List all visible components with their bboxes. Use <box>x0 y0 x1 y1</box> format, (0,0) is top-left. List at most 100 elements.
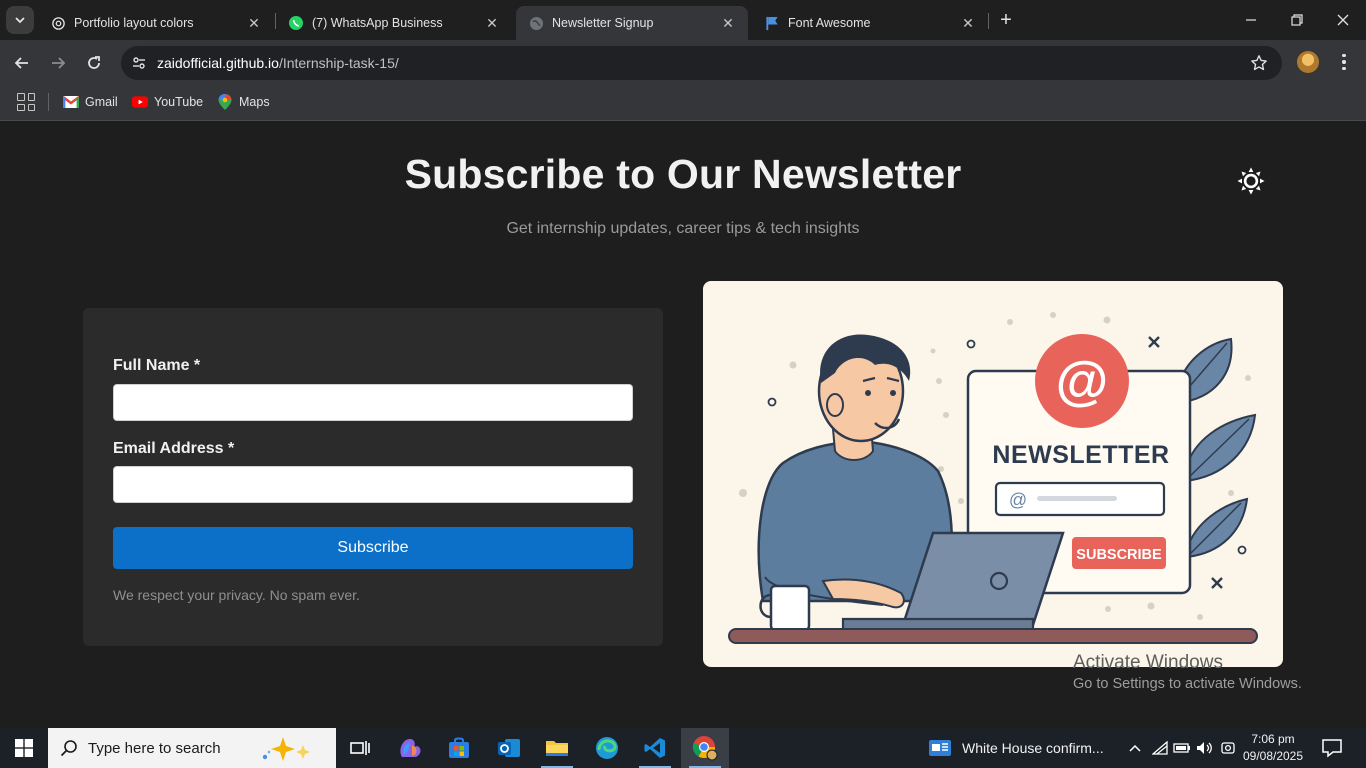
tray-meet[interactable] <box>1218 728 1238 768</box>
subscribe-button[interactable]: Subscribe <box>113 527 633 569</box>
taskbar-clock[interactable]: 7:06 pm 09/08/2025 <box>1238 731 1308 765</box>
minimize-icon <box>1246 19 1256 21</box>
bookmark-star-icon[interactable] <box>1250 54 1268 72</box>
search-placeholder: Type here to search <box>88 739 221 757</box>
maps-icon <box>217 94 233 110</box>
wifi-icon <box>1152 741 1168 755</box>
tab-strip: Portfolio layout colors ✕ (7) WhatsApp B… <box>0 0 1366 40</box>
news-icon <box>929 740 951 756</box>
bookmark-youtube[interactable]: YouTube <box>132 91 203 113</box>
tray-volume[interactable] <box>1195 728 1215 768</box>
tray-network[interactable] <box>1150 728 1170 768</box>
watermark-subtitle: Go to Settings to activate Windows. <box>1073 676 1302 692</box>
tab-search-button[interactable] <box>6 6 34 34</box>
newsletter-illustration: @ NEWSLETTER @ SUBSCRIBE <box>703 281 1283 667</box>
page-title: Subscribe to Our Newsletter <box>404 151 962 197</box>
minimize-button[interactable] <box>1228 0 1274 40</box>
task-view-icon <box>350 741 370 755</box>
taskbar-copilot[interactable] <box>386 728 434 768</box>
close-icon[interactable]: ✕ <box>246 15 262 31</box>
tab-font-awesome[interactable]: Font Awesome ✕ <box>752 6 988 40</box>
taskbar-search-box[interactable]: Type here to search <box>48 728 336 768</box>
apps-grid-icon[interactable] <box>17 93 35 111</box>
bookmarks-bar: Gmail YouTube Maps <box>0 85 1366 121</box>
full-name-input[interactable] <box>113 384 633 421</box>
search-icon <box>60 740 77 757</box>
flag-icon <box>764 15 780 31</box>
privacy-note: We respect your privacy. No spam ever. <box>113 587 360 603</box>
window-close-button[interactable] <box>1320 0 1366 40</box>
taskbar-outlook[interactable] <box>485 728 533 768</box>
taskbar-news-widget[interactable]: White House confirm... <box>928 728 1104 768</box>
new-tab-button[interactable]: + <box>994 8 1018 32</box>
reload-icon <box>88 56 100 69</box>
taskbar-microsoft-store[interactable] <box>435 728 483 768</box>
reload-button[interactable] <box>80 49 108 77</box>
copilot-sparkle-icon <box>262 737 310 761</box>
notification-icon[interactable] <box>1320 736 1344 760</box>
site-info-icon[interactable] <box>129 53 149 73</box>
whatsapp-icon <box>288 15 304 31</box>
page-subtitle: Get internship updates, career tips & te… <box>506 220 860 237</box>
email-input[interactable] <box>113 466 633 503</box>
close-icon[interactable]: ✕ <box>484 15 500 31</box>
more-menu-icon[interactable] <box>1334 52 1354 72</box>
bookmark-label: YouTube <box>154 95 204 109</box>
tray-battery[interactable] <box>1172 728 1192 768</box>
close-icon[interactable]: ✕ <box>960 15 976 31</box>
start-button[interactable] <box>0 728 48 768</box>
task-view-button[interactable] <box>336 728 384 768</box>
speaker-icon <box>1197 742 1212 754</box>
taskbar-chrome[interactable] <box>681 728 729 768</box>
tab-title: (7) WhatsApp Business <box>312 16 443 30</box>
profile-avatar[interactable] <box>1297 51 1319 73</box>
taskbar-file-explorer[interactable] <box>533 728 581 768</box>
close-icon <box>1337 14 1349 26</box>
battery-icon <box>1173 743 1190 753</box>
tab-title: Portfolio layout colors <box>74 16 194 30</box>
illustration-subscribe-text: SUBSCRIBE <box>1076 547 1162 563</box>
newsletter-heading: NEWSLETTER <box>992 441 1169 469</box>
close-icon[interactable]: ✕ <box>720 15 736 31</box>
tab-divider <box>988 13 989 29</box>
tab-portfolio[interactable]: Portfolio layout colors ✕ <box>38 6 274 40</box>
forward-button[interactable] <box>44 49 72 77</box>
taskbar-edge[interactable] <box>583 728 631 768</box>
restore-button[interactable] <box>1274 0 1320 40</box>
windows-logo-icon <box>15 739 33 757</box>
tab-newsletter-signup[interactable]: Newsletter Signup ✕ <box>516 6 748 40</box>
folder-icon <box>546 741 568 756</box>
sun-icon[interactable] <box>1236 166 1266 196</box>
bookmark-gmail[interactable]: Gmail <box>63 91 118 113</box>
news-headline: White House confirm... <box>962 740 1104 756</box>
restore-icon <box>1291 14 1303 26</box>
youtube-icon <box>132 94 148 110</box>
illustration-graphic: @ NEWSLETTER @ SUBSCRIBE <box>728 312 1258 644</box>
tab-title: Font Awesome <box>788 16 871 30</box>
back-button[interactable] <box>8 49 36 77</box>
vscode-icon <box>644 738 665 758</box>
address-bar[interactable]: zaidofficial.github.io/Internship-task-1… <box>121 46 1282 80</box>
taskbar-vscode[interactable] <box>631 728 679 768</box>
tray-overflow-button[interactable] <box>1124 728 1146 768</box>
page-content: Subscribe to Our Newsletter Get internsh… <box>0 121 1366 728</box>
gmail-icon <box>63 94 79 110</box>
edge-icon <box>596 737 618 759</box>
browser-toolbar: zaidofficial.github.io/Internship-task-1… <box>0 40 1366 85</box>
email-field-at-icon: @ <box>1009 490 1027 510</box>
tab-whatsapp[interactable]: (7) WhatsApp Business ✕ <box>276 6 512 40</box>
bookmarks-divider <box>48 93 49 111</box>
email-label: Email Address * <box>113 440 235 457</box>
store-icon <box>449 737 469 758</box>
activate-windows-watermark: Activate Windows Go to Settings to activ… <box>1073 652 1302 692</box>
windows-taskbar: Type here to search White House confirm.… <box>0 728 1366 768</box>
url-host: zaidofficial.github.io <box>157 55 279 71</box>
full-name-label: Full Name * <box>113 357 201 374</box>
openai-icon <box>50 15 66 31</box>
at-sign-icon: @ <box>1056 351 1109 411</box>
bookmark-maps[interactable]: Maps <box>217 91 270 113</box>
signup-form-card: Full Name * Email Address * Subscribe We… <box>83 308 663 646</box>
url-path: /Internship-task-15/ <box>278 55 399 71</box>
outlook-icon <box>498 739 520 757</box>
bookmark-label: Maps <box>239 95 270 109</box>
